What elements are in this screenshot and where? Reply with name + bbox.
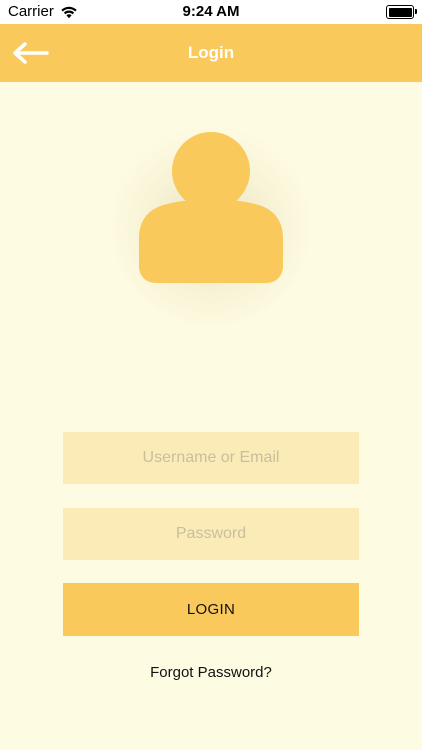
username-input[interactable]	[63, 432, 359, 484]
battery-cap	[415, 9, 417, 14]
user-avatar-icon	[139, 132, 283, 283]
avatar	[101, 110, 321, 330]
password-input[interactable]	[63, 508, 359, 560]
page-title: Login	[187, 43, 235, 62]
battery-icon	[386, 5, 417, 19]
status-bar: Carrier 9:24 AM	[0, 0, 422, 24]
login-button[interactable]: LOGIN	[63, 583, 359, 636]
battery-fill	[388, 7, 412, 17]
forgot-password-link[interactable]: Forgot Password?	[0, 664, 422, 681]
status-time: 9:24 AM	[182, 3, 240, 20]
nav-bar: Login	[0, 24, 422, 82]
